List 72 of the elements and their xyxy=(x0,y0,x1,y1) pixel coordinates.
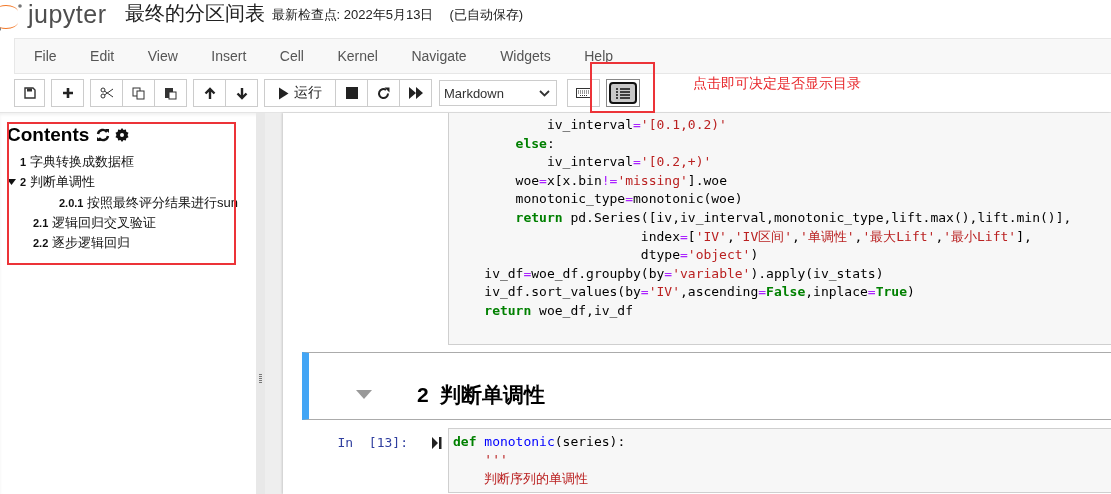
code-line: def monotonic(series): xyxy=(453,432,627,451)
scissors-icon xyxy=(99,87,114,99)
restart-button[interactable] xyxy=(367,79,400,107)
section-heading: 2 判断单调性 xyxy=(417,381,546,408)
restart-icon xyxy=(377,86,390,100)
highlight-frame xyxy=(590,62,655,113)
chevron-down-icon xyxy=(539,89,550,97)
toc-entry[interactable]: 2.2 逐步逻辑回归 xyxy=(33,234,130,253)
toc-toggle-button[interactable] xyxy=(606,79,640,107)
paste-button[interactable] xyxy=(154,79,187,107)
run-button[interactable]: 运行 xyxy=(264,79,336,107)
keyboard-icon xyxy=(575,88,592,98)
toc-entry[interactable]: 2.1 逻辑回归交叉验证 xyxy=(33,214,156,233)
code-line: iv_interval='[0.1,0.2)' xyxy=(545,116,728,134)
arrow-down-icon xyxy=(235,86,248,100)
code-line: return pd.Series([iv,iv_interval,monotonic_type,lift.max(),lift.min()], xyxy=(514,208,1073,227)
toc-entry[interactable]: 1 字典转换成数据框 xyxy=(20,153,134,172)
checkpoint-status: 最新检查点: 2022年5月13日 xyxy=(271,5,434,24)
save-button[interactable] xyxy=(14,79,45,107)
code-line: iv_df.sort_values(by='IV',ascending=False,inplace=True) xyxy=(483,283,916,302)
caret-down-icon[interactable] xyxy=(7,178,16,187)
menu-item[interactable]: File xyxy=(34,48,57,64)
settings-icon[interactable] xyxy=(115,128,130,142)
markdown-cell[interactable]: 2 判断单调性 xyxy=(302,351,1111,420)
code-line: return woe_df,iv_df xyxy=(483,301,635,320)
resize-handle[interactable] xyxy=(259,373,262,384)
code-line: iv_df=woe_df.groupby(by='variable').apply(iv_stats) xyxy=(483,264,885,283)
play-icon xyxy=(278,86,289,100)
collapse-caret-icon[interactable] xyxy=(356,390,372,400)
menu-item[interactable]: Edit xyxy=(90,48,115,64)
down-button[interactable] xyxy=(225,79,258,107)
list-icon xyxy=(615,86,631,100)
menu-item[interactable]: Navigate xyxy=(411,48,467,64)
cut-button[interactable] xyxy=(90,79,123,107)
paste-icon xyxy=(164,86,177,100)
toc-title: Contents xyxy=(7,124,90,146)
copy-icon xyxy=(132,86,145,100)
code-editor[interactable]: def monotonic(series): ''' 判断序列的单调性 xyxy=(448,427,1111,494)
code-line: index=['IV','IV区间','单调性','最大Lift','最小Lift'], xyxy=(639,227,1033,246)
fast-forward-icon xyxy=(408,87,423,99)
code-line: 判断序列的单调性 xyxy=(483,469,590,488)
autosave-status: (已自动保存) xyxy=(449,5,524,24)
code-line: monotonic_type=monotonic(woe) xyxy=(514,190,744,209)
code-line: woe=x[x.bin!='missing'].woe xyxy=(514,171,728,190)
annotation-note: 点击即可决定是否显示目录 xyxy=(693,75,861,93)
input-prompt: In [13]: xyxy=(337,434,408,450)
code-line: iv_interval='[0.2,+)' xyxy=(545,153,713,172)
fastforward-button[interactable] xyxy=(399,79,432,107)
menu-item[interactable]: Cell xyxy=(279,48,304,64)
notebook-title[interactable]: 最终的分区间表 xyxy=(124,0,265,27)
menu-item[interactable]: Kernel xyxy=(337,48,378,64)
code-line: dtype='object') xyxy=(639,246,760,265)
menu-item[interactable]: Insert xyxy=(211,48,247,64)
cell-type-dropdown[interactable]: Markdown xyxy=(439,80,557,106)
menu-item[interactable]: Widgets xyxy=(500,48,551,64)
code-line: else: xyxy=(514,134,556,153)
save-icon xyxy=(23,87,36,99)
keyboard-button[interactable] xyxy=(567,79,600,107)
stop-icon xyxy=(345,87,358,99)
menu-item[interactable]: View xyxy=(147,48,178,64)
up-button[interactable] xyxy=(193,79,226,107)
arrow-up-icon xyxy=(203,86,216,100)
code-line: ''' xyxy=(483,451,509,470)
plus-icon xyxy=(61,87,74,99)
menu-item[interactable]: Help xyxy=(584,48,614,64)
stop-button[interactable] xyxy=(335,79,368,107)
toc-entry[interactable]: 2 判断单调性 xyxy=(20,173,95,192)
run-cell-icon[interactable] xyxy=(432,436,442,449)
code-editor[interactable] xyxy=(448,113,1111,345)
refresh-icon[interactable] xyxy=(96,128,111,142)
add-button[interactable] xyxy=(51,79,84,107)
jupyter-wordmark: jupyter xyxy=(28,0,107,29)
